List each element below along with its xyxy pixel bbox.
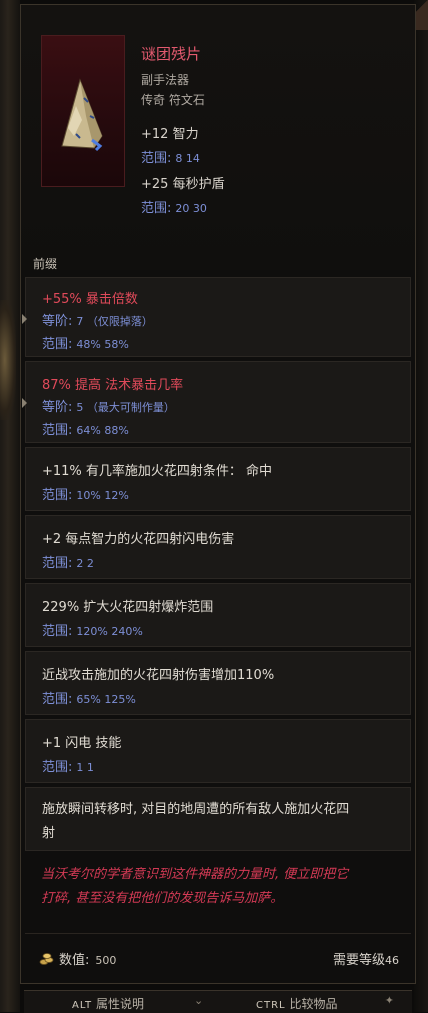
base-stat-ward: +25 每秒护盾 bbox=[141, 177, 225, 192]
range-values: 64% 88% bbox=[76, 424, 129, 437]
item-type: 副手法器 bbox=[141, 73, 190, 87]
affix-range: 范围: 48% 58% bbox=[42, 333, 129, 352]
affix-range: 范围: 1 1 bbox=[42, 756, 94, 775]
affix-text: +11% 有几率施加火花四射条件： 命中 bbox=[42, 464, 273, 479]
value-amount: 500 bbox=[95, 954, 117, 967]
range-label: 范围: bbox=[141, 201, 172, 216]
affix-tier: 等阶: 5 （最大可制作量） bbox=[42, 396, 175, 415]
alt-attribute-help[interactable]: ALT 属性说明 bbox=[72, 995, 144, 1012]
affix-range: 范围: 64% 88% bbox=[42, 419, 129, 438]
range-values: 48% 58% bbox=[76, 338, 129, 351]
footer-divider bbox=[25, 933, 411, 934]
range-values: 120% 240% bbox=[76, 625, 143, 638]
alt-key: ALT bbox=[72, 1000, 93, 1011]
gold-coins-icon bbox=[39, 952, 55, 970]
item-value: 数值: 500 bbox=[39, 949, 116, 970]
base-stat-range: 范围: 20 30 bbox=[141, 197, 207, 216]
range-label: 范围: bbox=[42, 624, 73, 639]
range-label: 范围: bbox=[42, 488, 73, 503]
tier-label: 等阶: bbox=[42, 314, 73, 329]
affix-melee-spark-damage[interactable]: 近战攻击施加的火花四射伤害增加110% 范围: 65% 125% bbox=[25, 651, 411, 715]
range-values: 1 1 bbox=[76, 761, 94, 774]
ctrl-compare-items[interactable]: CTRL 比较物品 bbox=[256, 995, 337, 1012]
affix-spell-crit-chance[interactable]: 87% 提高 法术暴击几率 等阶: 5 （最大可制作量） 范围: 64% 88% bbox=[22, 361, 411, 443]
tier-label: 等阶: bbox=[42, 400, 73, 415]
tooltip-header: 谜团残片 副手法器 传奇 符文石 +12 智力 范围: 8 14 +25 每秒护盾… bbox=[21, 5, 415, 270]
required-level: 需要等级46 bbox=[333, 949, 399, 968]
affix-pointer bbox=[22, 398, 27, 408]
affix-text: +1 闪电 技能 bbox=[42, 736, 122, 751]
range-values: 65% 125% bbox=[76, 693, 136, 706]
affix-text: +2 每点智力的火花四射闪电伤害 bbox=[42, 532, 235, 547]
flavor-line: 打碎, 甚至没有把他们的发现告诉马加萨。 bbox=[41, 891, 284, 906]
required-level-label: 需要等级 bbox=[332, 953, 385, 968]
affix-range: 范围: 2 2 bbox=[42, 552, 94, 571]
runestone-icon bbox=[61, 78, 103, 152]
hotkey-bar: ALT 属性说明 ⌄ CTRL 比较物品 ✦ bbox=[24, 990, 412, 1013]
range-label: 范围: bbox=[42, 760, 73, 775]
item-name: 谜团残片 bbox=[141, 45, 202, 63]
affix-crit-multiplier[interactable]: +55% 暴击倍数 等阶: 7 （仅限掉落） 范围: 48% 58% bbox=[22, 277, 411, 357]
affix-text-continued: 射 bbox=[42, 826, 56, 841]
ctrl-label: 比较物品 bbox=[289, 997, 338, 1011]
affix-lightning-skills[interactable]: +1 闪电 技能 范围: 1 1 bbox=[25, 719, 411, 783]
range-label: 范围: bbox=[42, 423, 73, 438]
range-values: 8 14 bbox=[175, 152, 200, 165]
affix-spark-lightning-damage[interactable]: +2 每点智力的火花四射闪电伤害 范围: 2 2 bbox=[25, 515, 411, 579]
sparkle-icon: ✦ bbox=[384, 994, 394, 1007]
item-image-frame bbox=[41, 35, 125, 187]
left-edge-frame bbox=[0, 0, 20, 1012]
range-label: 范围: bbox=[42, 337, 73, 352]
affix-text: 施放瞬间转移时, 对目的地周遭的所有敌人施加火花四 bbox=[42, 802, 350, 817]
flavor-line: 当沃考尔的学者意识到这件神器的力量时, 便立即把它 bbox=[41, 867, 349, 882]
range-label: 范围: bbox=[42, 556, 73, 571]
range-values: 20 30 bbox=[175, 202, 207, 215]
affix-range: 范围: 120% 240% bbox=[42, 620, 143, 639]
affix-tier: 等阶: 7 （仅限掉落） bbox=[42, 310, 153, 329]
affix-text: +55% 暴击倍数 bbox=[42, 292, 138, 307]
alt-label: 属性说明 bbox=[95, 997, 144, 1011]
range-label: 范围: bbox=[141, 151, 172, 166]
tier-value: 5 （最大可制作量） bbox=[76, 401, 175, 414]
range-label: 范围: bbox=[42, 692, 73, 707]
tier-value: 7 （仅限掉落） bbox=[76, 315, 153, 328]
right-edge-frame bbox=[414, 0, 428, 1012]
affix-spark-charge-chance[interactable]: +11% 有几率施加火花四射条件： 命中 范围: 10% 12% bbox=[25, 447, 411, 511]
background-scenery bbox=[0, 300, 16, 420]
affix-pointer bbox=[22, 314, 27, 324]
item-tooltip: 谜团残片 副手法器 传奇 符文石 +12 智力 范围: 8 14 +25 每秒护盾… bbox=[20, 4, 416, 984]
value-label: 数值: bbox=[59, 953, 90, 968]
item-rarity: 传奇 符文石 bbox=[141, 93, 205, 107]
affix-text: 229% 扩大火花四射爆炸范围 bbox=[42, 600, 214, 615]
ctrl-key: CTRL bbox=[256, 1000, 286, 1011]
range-values: 2 2 bbox=[76, 557, 94, 570]
affix-text: 87% 提高 法术暴击几率 bbox=[42, 378, 184, 393]
base-stat-range: 范围: 8 14 bbox=[141, 147, 200, 166]
affix-spark-area[interactable]: 229% 扩大火花四射爆炸范围 范围: 120% 240% bbox=[25, 583, 411, 647]
affix-teleport-spark[interactable]: 施放瞬间转移时, 对目的地周遭的所有敌人施加火花四 射 bbox=[25, 787, 411, 851]
affix-range: 范围: 10% 12% bbox=[42, 484, 129, 503]
base-stat-intelligence: +12 智力 bbox=[141, 127, 199, 142]
flavor-text: 当沃考尔的学者意识到这件神器的力量时, 便立即把它 打碎, 甚至没有把他们的发现… bbox=[41, 863, 401, 911]
required-level-value: 46 bbox=[385, 954, 399, 967]
affix-range: 范围: 65% 125% bbox=[42, 688, 136, 707]
range-values: 10% 12% bbox=[76, 489, 129, 502]
affix-text: 近战攻击施加的火花四射伤害增加110% bbox=[42, 668, 275, 683]
prefix-label: 前缀 bbox=[33, 257, 58, 271]
chevron-down-icon[interactable]: ⌄ bbox=[194, 994, 203, 1007]
